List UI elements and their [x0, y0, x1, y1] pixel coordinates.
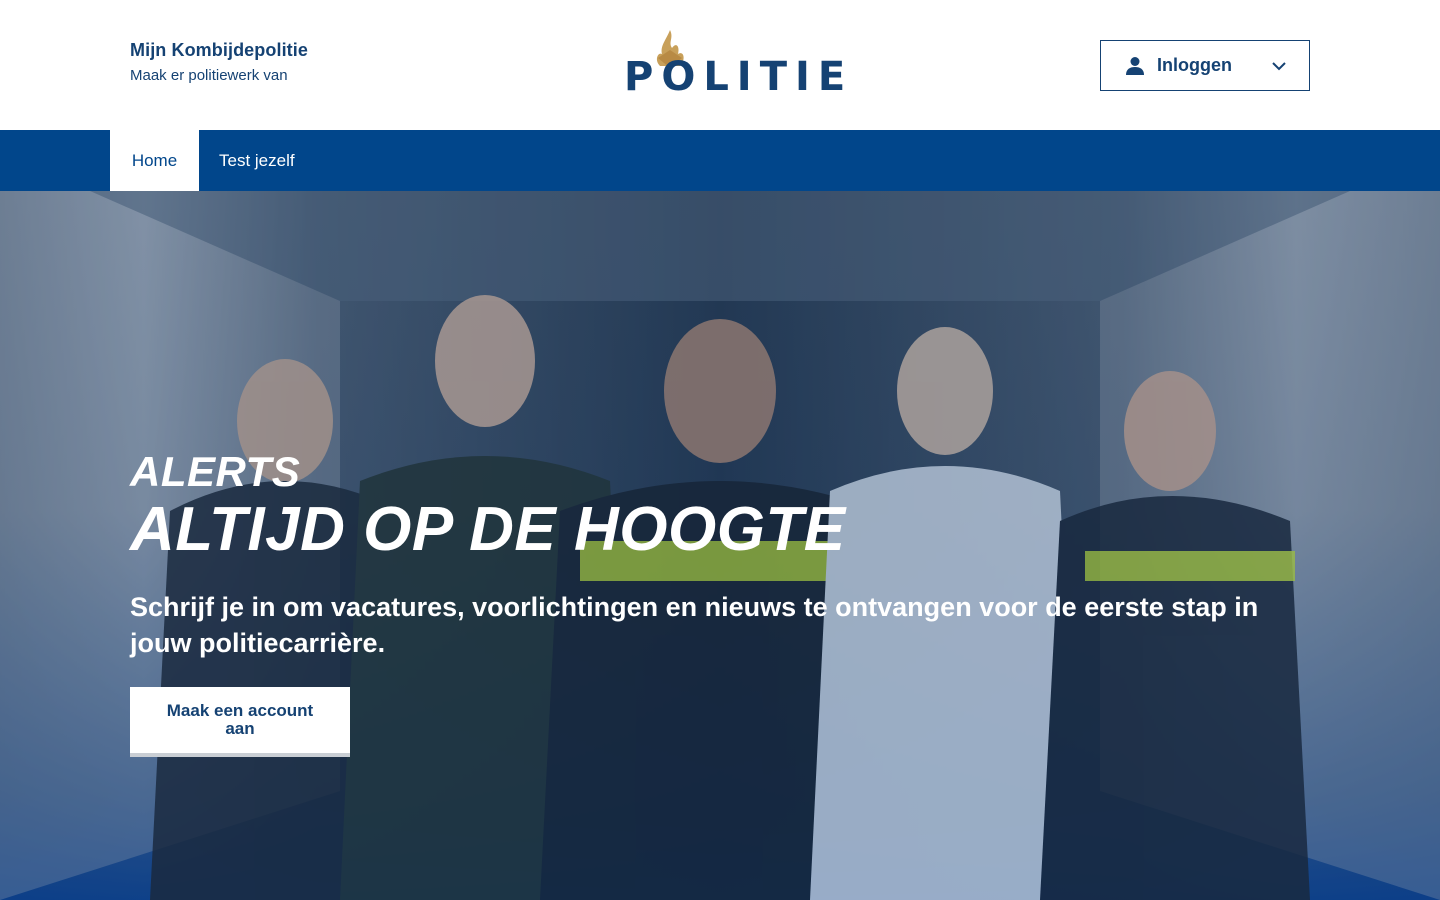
- hero-headline: ALTIJD OP DE HOOGTE: [130, 495, 846, 564]
- nav-item-test-jezelf[interactable]: Test jezelf: [199, 130, 295, 191]
- hero-content: ALERTS ALTIJD OP DE HOOGTE Schrijf je in…: [130, 448, 1310, 757]
- hero-eyebrow: ALERTS: [130, 448, 301, 495]
- logo-text: POLITIE: [624, 54, 854, 100]
- site-header: Mijn Kombijdepolitie Maak er politiewerk…: [0, 0, 1440, 130]
- hero-lead: Schrijf je in om vacatures, voorlichting…: [130, 592, 1259, 658]
- brand-title: Mijn Kombijdepolitie: [130, 40, 308, 60]
- brand-block[interactable]: Mijn Kombijdepolitie Maak er politiewerk…: [130, 40, 308, 84]
- brand-subtitle: Maak er politiewerk van: [130, 67, 288, 84]
- politie-logo[interactable]: POLITIE: [624, 28, 845, 104]
- login-label: Inloggen: [1157, 55, 1232, 75]
- user-icon: [1126, 56, 1144, 75]
- create-account-button[interactable]: Maak een account aan: [130, 687, 350, 757]
- main-nav: Home Test jezelf: [0, 130, 1440, 196]
- chevron-down-icon: [1272, 62, 1286, 71]
- nav-item-home[interactable]: Home: [110, 130, 199, 196]
- login-button[interactable]: Inloggen: [1100, 40, 1310, 91]
- hero-banner: ALERTS ALTIJD OP DE HOOGTE Schrijf je in…: [0, 191, 1440, 900]
